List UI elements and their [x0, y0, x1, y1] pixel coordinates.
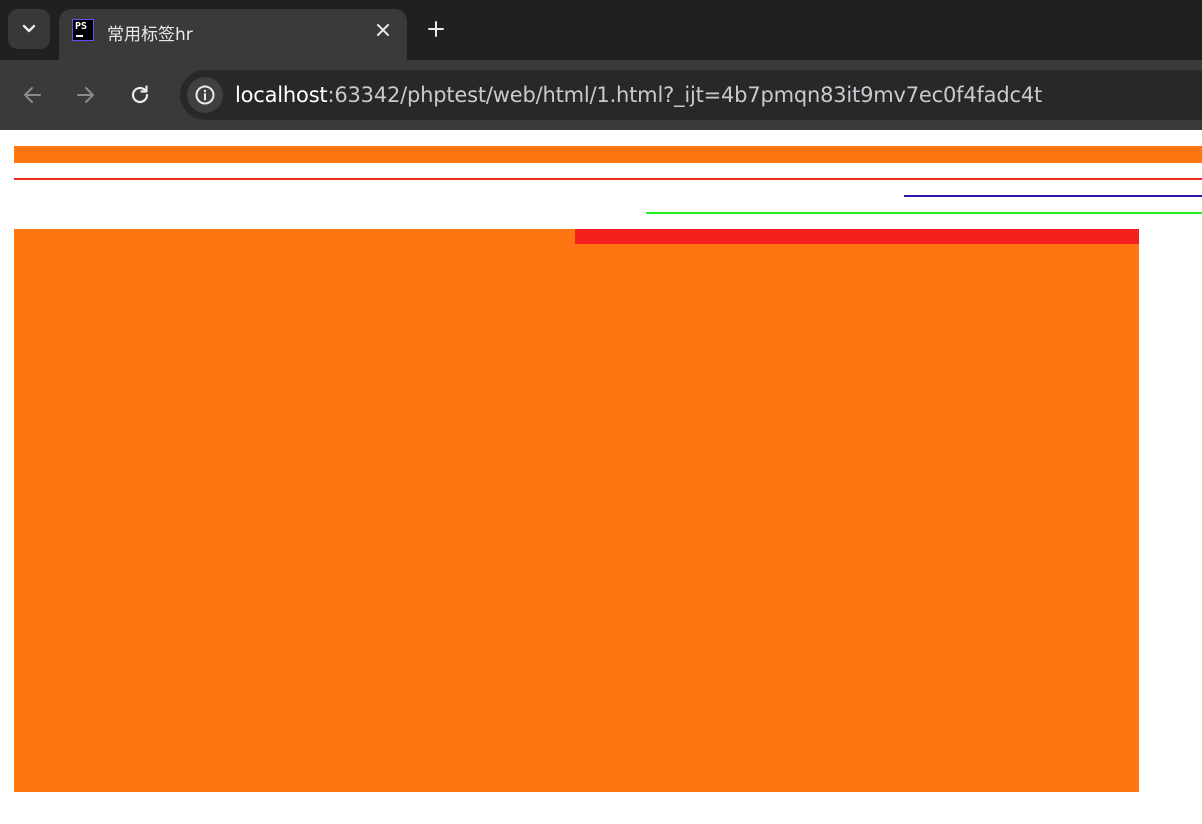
- arrow-left-icon: [24, 87, 41, 103]
- browser-toolbar: localhost:63342/phptest/web/html/1.html?…: [0, 60, 1202, 130]
- close-icon: [377, 24, 389, 36]
- new-tab-button[interactable]: [424, 17, 448, 41]
- address-bar[interactable]: localhost:63342/phptest/web/html/1.html?…: [180, 70, 1202, 120]
- hr-thick-orange: [14, 146, 1202, 163]
- hr-red-top-border: [575, 229, 1139, 244]
- url-path: :63342/phptest/web/html/1.html?_ijt=4b7p…: [327, 83, 1043, 107]
- info-icon: [195, 85, 215, 105]
- hr-blue-right: [904, 195, 1202, 197]
- phpstorm-icon: PS: [72, 19, 94, 41]
- back-button[interactable]: [19, 82, 45, 108]
- forward-button[interactable]: [73, 82, 99, 108]
- chevron-down-icon: [22, 24, 36, 33]
- reload-icon: [131, 85, 149, 104]
- favicon-text: PS: [75, 21, 88, 32]
- arrow-right-icon: [77, 87, 94, 103]
- tab-search-button[interactable]: [8, 9, 50, 49]
- reload-button[interactable]: [127, 82, 153, 108]
- url-host: localhost: [235, 83, 328, 107]
- tab-active[interactable]: PS 常用标签hr: [59, 9, 407, 60]
- site-info-button[interactable]: [187, 77, 223, 113]
- hr-large-orange-block: [14, 229, 1139, 792]
- tab-title: 常用标签hr: [107, 25, 193, 45]
- url-text[interactable]: localhost:63342/phptest/web/html/1.html?…: [235, 83, 1042, 107]
- page-viewport: [0, 130, 1202, 824]
- hr-red: [14, 178, 1202, 180]
- tab-strip: PS 常用标签hr: [0, 0, 1202, 60]
- hr-green-right: [646, 212, 1202, 214]
- close-tab-button[interactable]: [373, 20, 393, 40]
- plus-icon: [428, 21, 444, 37]
